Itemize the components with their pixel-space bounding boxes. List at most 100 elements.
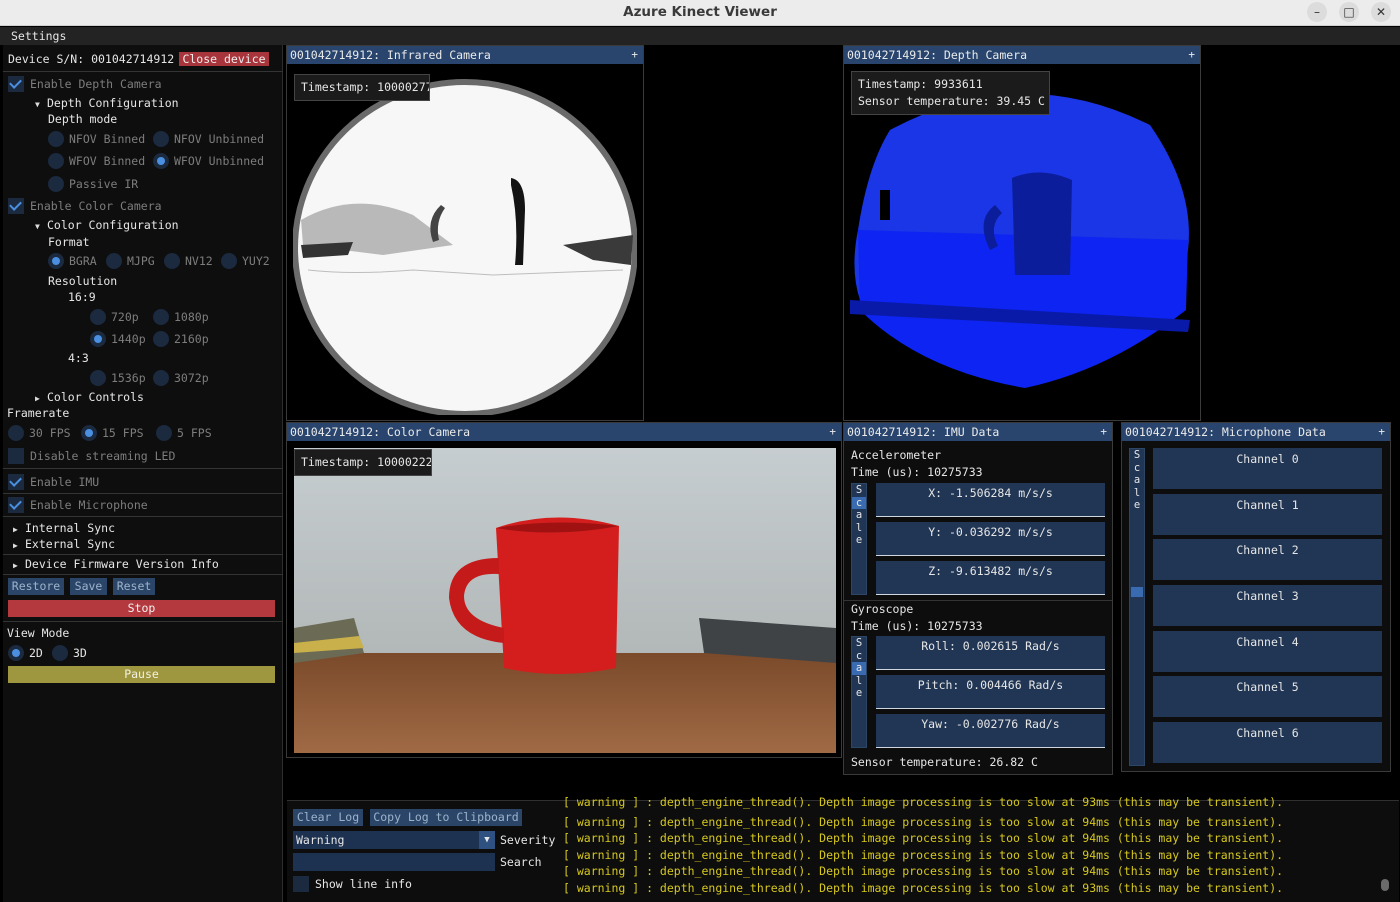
checkbox-icon bbox=[8, 497, 24, 513]
depth-config-tree[interactable]: ▼ Depth Configuration bbox=[35, 96, 179, 110]
radio-2d[interactable]: 2D bbox=[8, 645, 43, 661]
log-line: [ warning ] : depth_engine_thread(). Dep… bbox=[563, 795, 1284, 809]
accel-y-bar: Y: -0.036292 m/s/s bbox=[876, 522, 1105, 556]
radio-label: 30 FPS bbox=[29, 426, 71, 440]
radio-mjpg[interactable]: MJPG bbox=[106, 253, 155, 269]
radio-720p[interactable]: 720p bbox=[90, 309, 139, 325]
enable-mic-label: Enable Microphone bbox=[30, 498, 148, 512]
menu-bar: Settings bbox=[0, 27, 1400, 45]
save-button[interactable]: Save bbox=[70, 578, 107, 595]
ratio-4-3-label: 4:3 bbox=[68, 351, 89, 365]
mic-panel-title[interactable]: 001042714912: Microphone Data + bbox=[1122, 423, 1390, 441]
scale-letter: c bbox=[1133, 461, 1141, 474]
log-line: [ warning ] : depth_engine_thread(). Dep… bbox=[563, 864, 1284, 878]
radio-yuy2[interactable]: YUY2 bbox=[221, 253, 270, 269]
external-sync-tree[interactable]: ▶ External Sync bbox=[13, 537, 115, 551]
radio-wfov-unbinned[interactable]: WFOV Unbinned bbox=[153, 153, 264, 169]
radio-2160p[interactable]: 2160p bbox=[153, 331, 209, 347]
search-input[interactable] bbox=[293, 853, 495, 871]
color-image bbox=[294, 448, 836, 753]
checkbox-icon bbox=[8, 198, 24, 214]
radio-icon bbox=[153, 331, 169, 347]
scale-letter: c bbox=[852, 496, 866, 509]
radio-5fps[interactable]: 5 FPS bbox=[156, 425, 212, 441]
accel-y-value: Y: -0.036292 m/s/s bbox=[928, 525, 1053, 539]
radio-icon bbox=[90, 331, 106, 347]
checkbox-icon bbox=[8, 448, 24, 464]
mic-scale-slider[interactable]: Scale bbox=[1129, 448, 1145, 766]
stop-button[interactable]: Stop bbox=[8, 600, 275, 617]
ratio-16-9-label: 16:9 bbox=[68, 290, 96, 304]
expand-icon[interactable]: + bbox=[1188, 48, 1195, 61]
radio-passive-ir[interactable]: Passive IR bbox=[48, 176, 138, 192]
clear-log-button[interactable]: Clear Log bbox=[293, 809, 363, 826]
gyro-scale-slider[interactable]: Scale bbox=[851, 636, 867, 748]
radio-1536p[interactable]: 1536p bbox=[90, 370, 146, 386]
radio-1080p[interactable]: 1080p bbox=[153, 309, 209, 325]
radio-icon bbox=[156, 425, 172, 441]
radio-bgra[interactable]: BGRA bbox=[48, 253, 97, 269]
infrared-panel-title[interactable]: 001042714912: Infrared Camera + bbox=[287, 46, 643, 64]
disable-led-checkbox[interactable]: Disable streaming LED bbox=[8, 448, 175, 464]
pause-button[interactable]: Pause bbox=[8, 666, 275, 683]
radio-1440p[interactable]: 1440p bbox=[90, 331, 146, 347]
radio-label: NV12 bbox=[185, 254, 213, 268]
maximize-button[interactable]: □ bbox=[1339, 2, 1359, 22]
radio-30fps[interactable]: 30 FPS bbox=[8, 425, 71, 441]
depth-panel-title[interactable]: 001042714912: Depth Camera + bbox=[844, 46, 1200, 64]
search-label: Search bbox=[500, 855, 542, 869]
gyro-pitch-bar: Pitch: 0.004466 Rad/s bbox=[876, 675, 1105, 709]
accel-time: Time (us): 10275733 bbox=[851, 465, 983, 479]
log-scrollbar[interactable] bbox=[1381, 879, 1389, 891]
enable-mic-checkbox[interactable]: Enable Microphone bbox=[8, 497, 148, 513]
radio-label: 2160p bbox=[174, 332, 209, 346]
menu-settings[interactable]: Settings bbox=[11, 29, 66, 43]
scale-letter: l bbox=[855, 674, 863, 687]
scale-letter: e bbox=[1133, 499, 1141, 511]
color-panel-title[interactable]: 001042714912: Color Camera + bbox=[287, 423, 841, 441]
color-config-tree[interactable]: ▼ Color Configuration bbox=[35, 218, 179, 232]
radio-label: 1536p bbox=[111, 371, 146, 385]
radio-3072p[interactable]: 3072p bbox=[153, 370, 209, 386]
accel-scale-slider[interactable]: Scale bbox=[851, 483, 867, 595]
gyroscope-label: Gyroscope bbox=[851, 602, 914, 616]
scale-grab-handle[interactable] bbox=[1131, 587, 1143, 597]
close-window-button[interactable]: ✕ bbox=[1371, 2, 1391, 22]
firmware-tree[interactable]: ▶ Device Firmware Version Info bbox=[13, 557, 219, 571]
mic-channel-6: Channel 6 bbox=[1153, 722, 1382, 763]
radio-label: NFOV Unbinned bbox=[174, 132, 265, 146]
show-line-info-checkbox[interactable]: Show line info bbox=[293, 876, 412, 892]
copy-log-button[interactable]: Copy Log to Clipboard bbox=[370, 809, 522, 826]
radio-nfov-unbinned[interactable]: NFOV Unbinned bbox=[153, 131, 264, 147]
enable-depth-checkbox[interactable]: Enable Depth Camera bbox=[8, 76, 162, 92]
close-device-button[interactable]: Close device bbox=[179, 52, 269, 66]
radio-nv12[interactable]: NV12 bbox=[164, 253, 213, 269]
severity-dropdown[interactable]: Warning ▼ bbox=[293, 831, 495, 849]
internal-sync-tree[interactable]: ▶ Internal Sync bbox=[13, 521, 115, 535]
restore-button[interactable]: Restore bbox=[8, 578, 64, 595]
minimize-button[interactable]: – bbox=[1307, 2, 1327, 22]
radio-15fps[interactable]: 15 FPS bbox=[81, 425, 144, 441]
radio-nfov-binned[interactable]: NFOV Binned bbox=[48, 131, 145, 147]
color-controls-tree[interactable]: ▶ Color Controls bbox=[35, 390, 144, 404]
mic-channel-5: Channel 5 bbox=[1153, 676, 1382, 717]
expand-icon[interactable]: + bbox=[829, 425, 836, 438]
imu-panel-title[interactable]: 001042714912: IMU Data + bbox=[844, 423, 1112, 441]
expand-icon[interactable]: + bbox=[1100, 425, 1107, 438]
resolution-label: Resolution bbox=[48, 274, 118, 288]
radio-3d[interactable]: 3D bbox=[52, 645, 87, 661]
expand-icon[interactable]: + bbox=[631, 48, 638, 61]
view-mode-label: View Mode bbox=[7, 626, 70, 640]
expand-icon[interactable]: + bbox=[1378, 425, 1385, 438]
reset-button[interactable]: Reset bbox=[113, 578, 155, 595]
scale-letter: S bbox=[855, 637, 863, 649]
imu-title-text: 001042714912: IMU Data bbox=[847, 425, 1000, 439]
settings-panel: Device S/N: 001042714912 Close device En… bbox=[3, 45, 283, 902]
severity-value: Warning bbox=[296, 833, 345, 847]
enable-color-checkbox[interactable]: Enable Color Camera bbox=[8, 198, 162, 214]
radio-wfov-binned[interactable]: WFOV Binned bbox=[48, 153, 145, 169]
show-line-info-label: Show line info bbox=[315, 877, 412, 891]
log-line: [ warning ] : depth_engine_thread(). Dep… bbox=[563, 831, 1284, 845]
enable-imu-checkbox[interactable]: Enable IMU bbox=[8, 474, 99, 490]
scale-letter: a bbox=[855, 509, 863, 521]
